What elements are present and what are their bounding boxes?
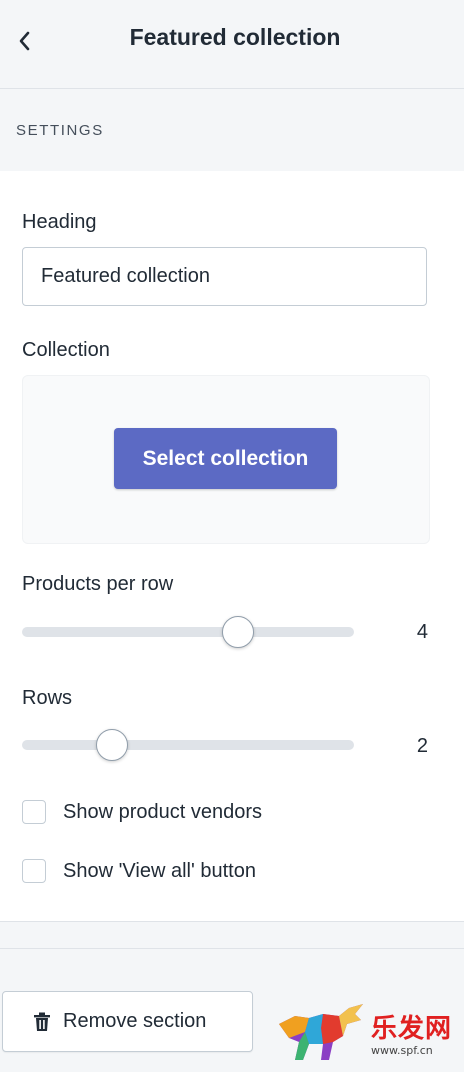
- collection-label: Collection: [22, 339, 110, 361]
- products-per-row-slider-thumb[interactable]: [221, 616, 254, 648]
- select-collection-button[interactable]: Select collection: [114, 428, 337, 489]
- bull-logo-icon: [279, 1004, 363, 1060]
- show-view-all-checkbox[interactable]: [22, 859, 46, 883]
- footer-divider: [0, 922, 464, 949]
- panel-header: Featured collection: [0, 0, 464, 89]
- settings-panel: Heading Collection Select collection Pro…: [0, 171, 464, 922]
- remove-section-button[interactable]: Remove section: [2, 991, 253, 1052]
- heading-label: Heading: [22, 211, 97, 233]
- products-per-row-label: Products per row: [22, 573, 174, 595]
- rows-slider-thumb[interactable]: [95, 729, 128, 761]
- show-vendors-checkbox[interactable]: [22, 800, 46, 824]
- trash-icon: [34, 1012, 50, 1031]
- settings-section-header: SETTINGS: [0, 89, 464, 171]
- rows-slider[interactable]: [22, 729, 354, 761]
- show-vendors-option[interactable]: Show product vendors: [22, 798, 262, 826]
- site-watermark: 乐发网 www.spf.cn: [275, 1000, 460, 1066]
- products-per-row-value: 4: [416, 621, 428, 643]
- watermark-url: www.spf.cn: [371, 1044, 433, 1057]
- settings-label: SETTINGS: [16, 122, 104, 139]
- heading-input[interactable]: [22, 247, 427, 306]
- collection-picker: Select collection: [22, 375, 430, 544]
- show-view-all-option[interactable]: Show 'View all' button: [22, 857, 256, 885]
- remove-section-label: Remove section: [63, 1010, 207, 1032]
- page-title: Featured collection: [129, 24, 341, 50]
- rows-label: Rows: [22, 687, 73, 709]
- show-vendors-label: Show product vendors: [63, 800, 263, 823]
- rows-value: 2: [416, 735, 428, 757]
- products-per-row-slider[interactable]: [22, 616, 354, 648]
- watermark-text: 乐发网: [371, 1014, 453, 1044]
- show-view-all-label: Show 'View all' button: [63, 859, 256, 882]
